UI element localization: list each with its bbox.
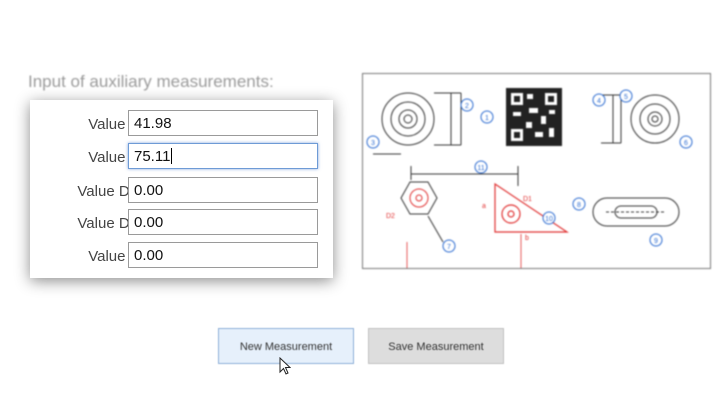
balloon-3: 3 [366,135,380,149]
value-a-input[interactable]: 41.98 [128,110,318,136]
field-row-value-b: Value b 75.11 [30,143,333,173]
balloon-1: 1 [480,110,494,124]
balloon-2: 2 [460,98,474,112]
balloon-10: 10 [542,211,556,225]
value-b-text: 75.11 [134,148,171,165]
hex-nut-drawing [400,166,519,243]
slot-part-drawing [592,197,680,227]
label-d2: D2 [386,213,395,220]
field-row-value-d1: Value D1 0.00 [30,177,333,207]
technical-drawing: D2 D1 a b L 1 2 3 4 5 6 7 8 9 10 11 [362,73,711,302]
right-part-drawing [601,94,680,144]
field-row-value-a: Value a 41.98 [30,110,333,140]
svg-text:9: 9 [654,238,658,245]
balloon-5: 5 [619,89,633,103]
balloon-9: 9 [649,233,663,247]
svg-text:8: 8 [577,202,581,209]
balloon-8: 8 [572,197,586,211]
qr-code [506,88,562,146]
auxiliary-measurements-panel: Value a 41.98 Value b 75.11 Value D1 0.0… [30,100,333,278]
value-d2-input[interactable]: 0.00 [128,209,318,235]
balloon-11: 11 [474,160,488,174]
field-row-value-d2: Value D2 0.00 [30,209,333,239]
balloon-4: 4 [592,93,606,107]
label-b: b [525,235,529,242]
svg-text:2: 2 [465,103,469,110]
svg-text:6: 6 [684,140,688,147]
value-l-input[interactable]: 0.00 [128,242,318,268]
svg-text:3: 3 [371,140,375,147]
svg-text:5: 5 [624,94,628,101]
drawing-canvas: D2 D1 a b L 1 2 3 4 5 6 7 8 9 10 11 [366,88,693,302]
section-heading: Input of auxiliary measurements: [28,72,274,91]
label-d1: D1 [523,196,532,203]
svg-text:11: 11 [477,165,484,172]
triangle-part-drawing [406,182,569,298]
balloon-6: 6 [679,135,693,149]
left-part-drawing [373,92,462,155]
value-b-input[interactable]: 75.11 [128,143,318,169]
value-d1-input[interactable]: 0.00 [128,177,318,203]
balloon-7: 7 [442,239,456,253]
label-a: a [482,203,486,210]
text-caret [171,148,173,164]
save-measurement-button[interactable]: Save Measurement [368,328,504,364]
svg-text:10: 10 [545,216,553,223]
svg-text:4: 4 [597,98,601,105]
field-row-value-l: Value L 0.00 [30,242,333,272]
svg-text:7: 7 [447,244,451,251]
mouse-pointer-icon [279,357,291,375]
svg-text:1: 1 [485,115,489,122]
